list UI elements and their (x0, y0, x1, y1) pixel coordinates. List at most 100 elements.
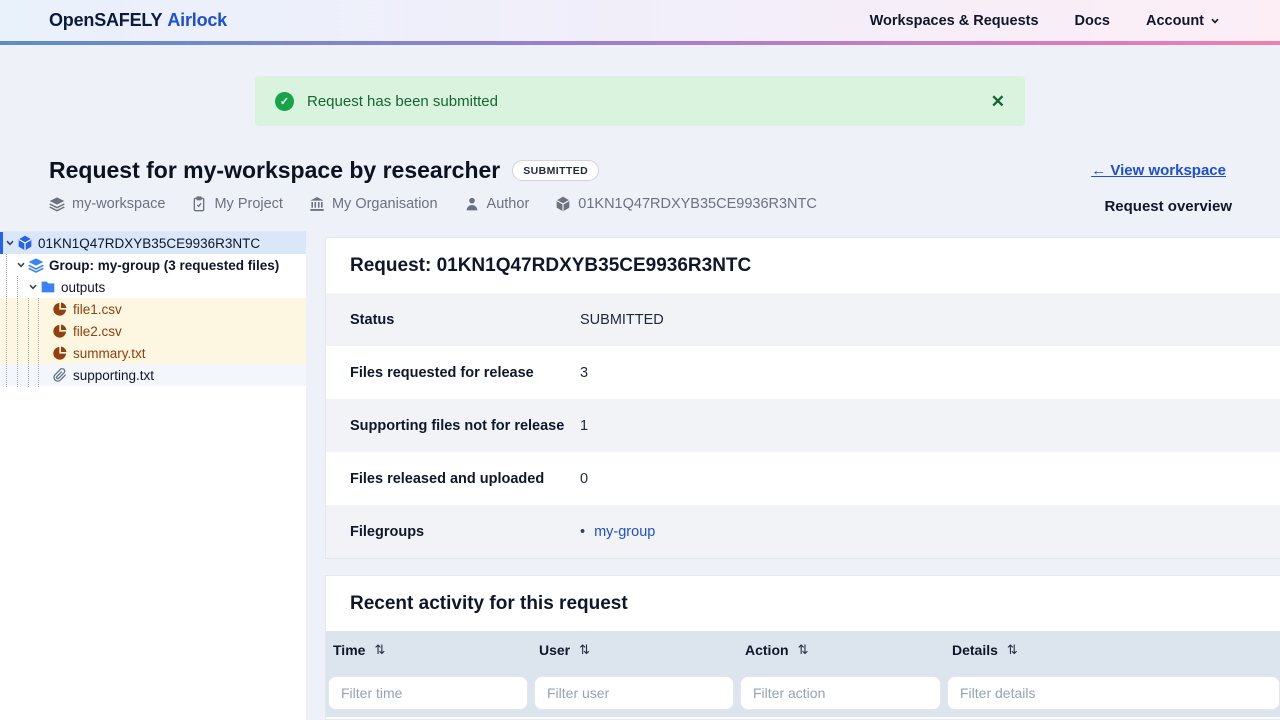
view-workspace-link[interactable]: ← View workspace (1091, 162, 1226, 179)
navbar: OpenSAFELYAirlock Workspaces & Requests … (0, 0, 1280, 41)
detail-row-files-requested: Files requested for release 3 (326, 346, 1280, 399)
tree-item-summary[interactable]: summary.txt (0, 342, 306, 364)
tree-item-label: file2.csv (73, 324, 122, 339)
meta-project-label: My Project (214, 196, 283, 212)
detail-row-supporting-files: Supporting files not for release 1 (326, 399, 1280, 452)
layers-icon (49, 196, 65, 212)
request-details-card: Request: 01KN1Q47RDXYB35CE9936R3NTC Stat… (325, 237, 1280, 559)
chevron-down-icon[interactable] (14, 258, 28, 272)
column-label: Action (745, 642, 789, 658)
tree-item-label: outputs (61, 280, 105, 295)
column-header-action[interactable]: Action ⇅ (745, 642, 952, 658)
meta-organisation: My Organisation (309, 196, 438, 212)
tree-item-file2[interactable]: file2.csv (0, 320, 306, 342)
request-meta-row: my-workspace My Project My Organisation … (49, 196, 817, 212)
meta-workspace: my-workspace (49, 196, 165, 212)
filter-time-input[interactable] (328, 676, 528, 710)
tree-item-label: Group: my-group (3 requested files) (49, 258, 279, 273)
detail-label: Files released and uploaded (350, 471, 580, 487)
detail-row-status: Status SUBMITTED (326, 293, 1280, 346)
logo-airlock: Airlock (167, 10, 227, 30)
tree-item-label: summary.txt (73, 346, 146, 361)
close-icon[interactable]: ✕ (991, 93, 1005, 110)
status-badge: SUBMITTED (512, 160, 599, 181)
meta-author: Author (464, 196, 530, 212)
detail-value: 1 (580, 418, 588, 434)
request-overview-label: Request overview (1104, 198, 1232, 215)
activity-card-title: Recent activity for this request (326, 576, 1280, 631)
chevron-down-icon (1210, 16, 1220, 26)
navbar-accent-bar (0, 41, 1280, 45)
file-tree: 01KN1Q47RDXYB35CE9936R3NTC Group: my-gro… (0, 232, 306, 386)
tree-item-label: 01KN1Q47RDXYB35CE9936R3NTC (38, 236, 260, 251)
tree-item-label: supporting.txt (73, 368, 154, 383)
folder-icon (40, 279, 56, 295)
meta-request-id-label: 01KN1Q47RDXYB35CE9936R3NTC (578, 196, 817, 212)
activity-filter-row (326, 669, 1280, 717)
cube-icon (17, 235, 33, 251)
user-icon (464, 196, 480, 212)
filegroup-link[interactable]: my-group (594, 524, 655, 540)
check-circle-icon: ✓ (275, 92, 294, 111)
meta-project: My Project (191, 196, 283, 212)
meta-author-label: Author (487, 196, 530, 212)
app-logo[interactable]: OpenSAFELYAirlock (49, 10, 227, 31)
column-label: Time (333, 642, 365, 658)
tree-item-supporting[interactable]: supporting.txt (0, 364, 306, 386)
activity-table-header: Time ⇅ User ⇅ Action ⇅ Details ⇅ (326, 631, 1280, 669)
nav-account-menu[interactable]: Account (1146, 13, 1220, 29)
detail-label: Filegroups (350, 524, 580, 540)
chevron-down-icon[interactable] (26, 280, 40, 294)
filter-action-input[interactable] (740, 676, 941, 710)
pie-chart-file-icon (52, 301, 68, 317)
page-header: Request for my-workspace by researcher S… (49, 157, 599, 184)
sort-icon[interactable]: ⇅ (1007, 642, 1018, 658)
pie-chart-file-icon (52, 345, 68, 361)
recent-activity-card: Recent activity for this request Time ⇅ … (325, 575, 1280, 720)
detail-label: Status (350, 312, 580, 328)
nav-docs[interactable]: Docs (1075, 13, 1110, 29)
tree-item-label: file1.csv (73, 302, 122, 317)
detail-label: Supporting files not for release (350, 418, 580, 434)
detail-value: SUBMITTED (580, 312, 664, 328)
column-header-time[interactable]: Time ⇅ (333, 642, 539, 658)
tree-item-outputs-folder[interactable]: outputs (0, 276, 306, 298)
filter-details-input[interactable] (947, 676, 1280, 710)
column-header-details[interactable]: Details ⇅ (952, 642, 1280, 658)
success-notification: ✓ Request has been submitted ✕ (255, 76, 1025, 126)
page-title: Request for my-workspace by researcher (49, 157, 500, 184)
column-label: Details (952, 642, 998, 658)
tree-item-file1[interactable]: file1.csv (0, 298, 306, 320)
notification-message: Request has been submitted (307, 93, 498, 110)
cube-icon (555, 196, 571, 212)
logo-opensafely: OpenSAFELY (49, 10, 162, 30)
column-header-user[interactable]: User ⇅ (539, 642, 745, 658)
chevron-down-icon[interactable] (3, 236, 17, 250)
nav-account-label: Account (1146, 13, 1204, 29)
sort-icon[interactable]: ⇅ (579, 642, 590, 658)
meta-request-id: 01KN1Q47RDXYB35CE9936R3NTC (555, 196, 817, 212)
nav-links: Workspaces & Requests Docs Account (870, 13, 1220, 29)
paperclip-icon (52, 367, 68, 383)
detail-row-files-released: Files released and uploaded 0 (326, 452, 1280, 505)
column-label: User (539, 642, 570, 658)
clipboard-icon (191, 196, 207, 212)
nav-workspaces-requests[interactable]: Workspaces & Requests (870, 13, 1039, 29)
pie-chart-file-icon (52, 323, 68, 339)
meta-organisation-label: My Organisation (332, 196, 438, 212)
request-card-title: Request: 01KN1Q47RDXYB35CE9936R3NTC (326, 238, 1280, 293)
meta-workspace-label: my-workspace (72, 196, 165, 212)
filter-user-input[interactable] (534, 676, 734, 710)
organisation-icon (309, 196, 325, 212)
sort-icon[interactable]: ⇅ (798, 642, 809, 658)
bullet: • (580, 524, 585, 540)
detail-value: 0 (580, 471, 588, 487)
file-tree-sidebar: 01KN1Q47RDXYB35CE9936R3NTC Group: my-gro… (0, 231, 306, 720)
sort-icon[interactable]: ⇅ (374, 642, 385, 658)
tree-item-request[interactable]: 01KN1Q47RDXYB35CE9936R3NTC (0, 232, 306, 254)
detail-label: Files requested for release (350, 365, 580, 381)
layers-icon (28, 257, 44, 273)
tree-item-group[interactable]: Group: my-group (3 requested files) (0, 254, 306, 276)
detail-row-filegroups: Filegroups • my-group (326, 505, 1280, 558)
detail-value: 3 (580, 365, 588, 381)
